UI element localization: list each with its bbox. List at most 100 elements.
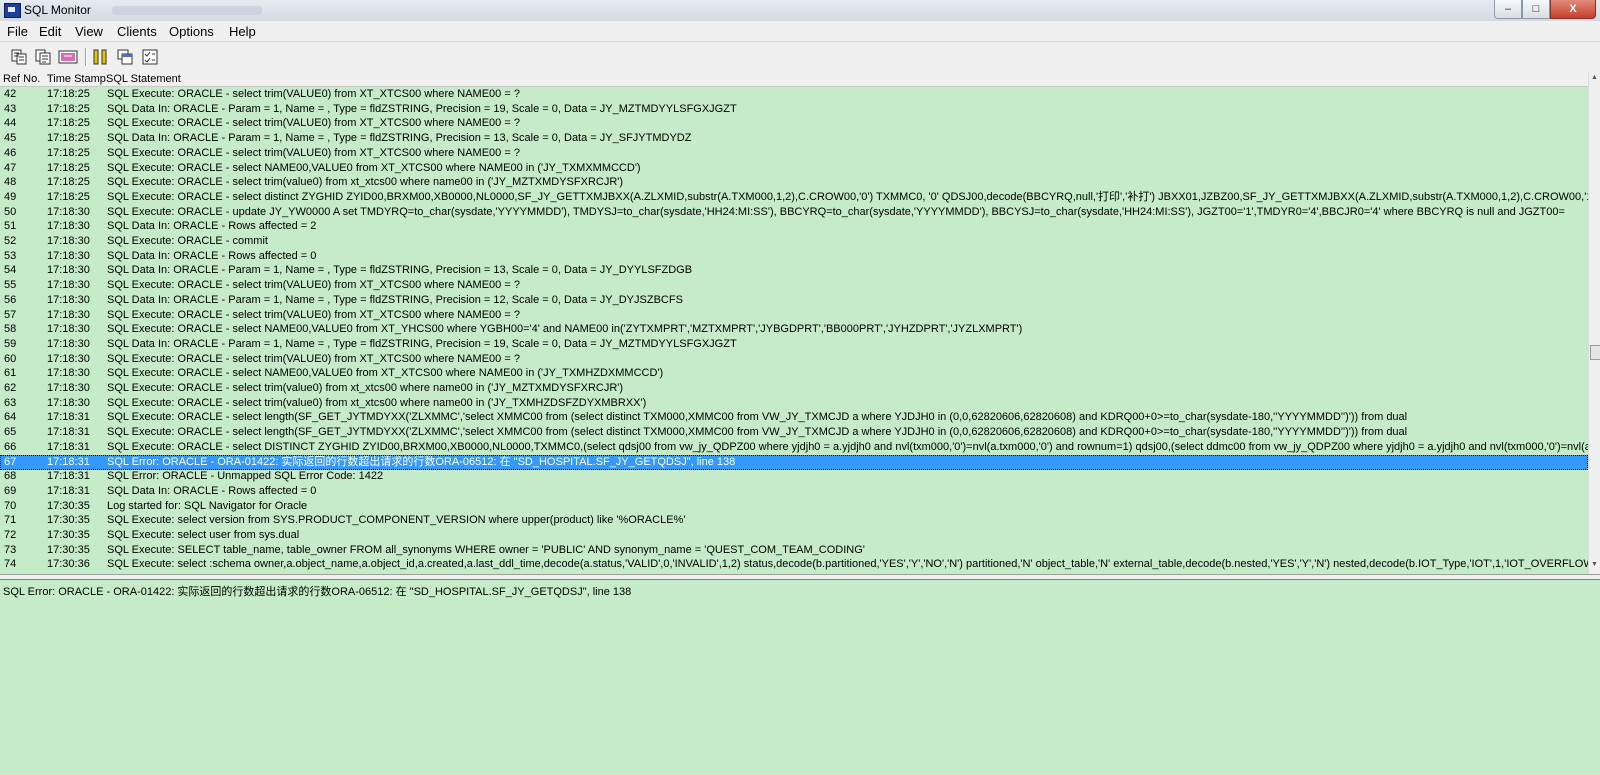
menu-help[interactable]: Help [229,24,256,39]
log-row[interactable]: 57 17:18:30 SQL Execute: ORACLE - select t… [0,308,1588,323]
log-row[interactable]: 70 17:30:35 Log started for: SQL Navigator… [0,499,1588,514]
row-ref-no: 50 [4,205,17,218]
row-sql-statement: SQL Execute: select version from SYS.PRO… [107,514,686,527]
log-row[interactable]: 62 17:18:30 SQL Execute: ORACLE - select t… [0,381,1588,396]
column-time-stamp[interactable]: Time Stamp [47,73,106,85]
menu-clients[interactable]: Clients [117,24,157,39]
row-sql-statement: SQL Execute: ORACLE - select length(SF_G… [107,411,1408,424]
log-row[interactable]: 47 17:18:25 SQL Execute: ORACLE - select N… [0,161,1588,176]
row-time-stamp: 17:18:30 [47,352,90,365]
menu-options[interactable]: Options [169,24,214,39]
close-button[interactable]: X [1550,0,1596,19]
scroll-down-icon[interactable]: ▼ [1591,561,1598,568]
menu-file[interactable]: File [7,24,28,39]
log-row[interactable]: 59 17:18:30 SQL Data In: ORACLE - Param = … [0,337,1588,352]
log-row[interactable]: 56 17:18:30 SQL Data In: ORACLE - Param = … [0,293,1588,308]
log-row[interactable]: 73 17:30:35 SQL Execute: SELECT table_name… [0,543,1588,558]
log-row[interactable]: 51 17:18:30 SQL Data In: ORACLE - Rows aff… [0,219,1588,234]
log-row[interactable]: 64 17:18:31 SQL Execute: ORACLE - select l… [0,410,1588,425]
vertical-scrollbar[interactable]: ▲ ▼ [1588,72,1600,574]
column-sql-statement[interactable]: SQL Statement [106,73,181,85]
row-time-stamp: 17:18:25 [47,117,90,130]
sql-log-list[interactable]: 42 17:18:25 SQL Execute: ORACLE - select t… [0,87,1588,574]
row-time-stamp: 17:18:30 [47,235,90,247]
log-row[interactable]: 67 17:18:31 SQL Error: ORACLE - ORA-01422:… [0,454,1588,470]
row-ref-no: 69 [4,484,17,497]
window-icon [117,49,133,65]
row-sql-statement: SQL Error: ORACLE - Unmapped SQL Error C… [107,470,384,483]
row-time-stamp: 17:18:30 [47,293,90,306]
row-time-stamp: 17:18:30 [47,308,90,321]
row-ref-no: 62 [4,382,17,394]
row-sql-statement: SQL Execute: ORACLE - select length(SF_G… [107,426,1408,439]
log-row[interactable]: 63 17:18:30 SQL Execute: ORACLE - select t… [0,396,1588,411]
row-ref-no: 61 [4,367,17,380]
log-row[interactable]: 71 17:30:35 SQL Execute: select version fr… [0,513,1588,528]
row-sql-statement: SQL Data In: ORACLE - Rows affected = 0 [107,484,317,497]
row-time-stamp: 17:18:31 [47,455,90,468]
row-time-stamp: 17:30:36 [47,558,90,571]
log-row[interactable]: 69 17:18:31 SQL Data In: ORACLE - Rows aff… [0,484,1588,499]
row-time-stamp: 17:30:35 [47,499,90,512]
row-ref-no: 66 [4,440,17,453]
row-sql-statement: SQL Execute: ORACLE - select DISTINCT ZY… [107,440,1588,453]
print-button[interactable] [57,46,79,68]
row-sql-statement: SQL Data In: ORACLE - Rows affected = 2 [107,220,317,233]
log-row[interactable]: 50 17:18:30 SQL Execute: ORACLE - update J… [0,205,1588,220]
log-row[interactable]: 46 17:18:25 SQL Execute: ORACLE - select t… [0,146,1588,161]
log-row[interactable]: 55 17:18:30 SQL Execute: ORACLE - select t… [0,278,1588,293]
pause-button[interactable] [89,46,111,68]
column-header: Ref No. Time Stamp SQL Statement [0,72,1588,87]
log-row[interactable]: 52 17:18:30 SQL Execute: ORACLE - commit [0,234,1588,249]
minimize-button[interactable]: – [1494,0,1522,19]
log-row[interactable]: 49 17:18:25 SQL Execute: ORACLE - select d… [0,190,1588,205]
row-sql-statement: SQL Data In: ORACLE - Param = 1, Name = … [107,264,693,277]
row-sql-statement: SQL Execute: ORACLE - select NAME00,VALU… [107,367,664,380]
menu-bar: File Edit View Clients Options Help [0,21,1600,41]
row-ref-no: 42 [4,88,17,100]
log-row[interactable]: 72 17:30:35 SQL Execute: select user from … [0,528,1588,543]
scroll-thumb[interactable] [1590,345,1600,360]
row-time-stamp: 17:18:30 [47,396,90,409]
copy-button[interactable] [32,46,54,68]
log-row[interactable]: 74 17:30:36 SQL Execute: select :schema ow… [0,557,1588,572]
row-ref-no: 60 [4,352,17,365]
export-button[interactable] [8,46,30,68]
log-row[interactable]: 60 17:18:30 SQL Execute: ORACLE - select t… [0,352,1588,367]
column-ref-no[interactable]: Ref No. [3,73,40,85]
log-row[interactable]: 48 17:18:25 SQL Execute: ORACLE - select t… [0,175,1588,190]
window-controls: – □ X [1494,0,1596,19]
row-sql-statement: SQL Data In: ORACLE - Param = 1, Name = … [107,293,683,306]
row-ref-no: 44 [4,117,17,130]
log-row[interactable]: 65 17:18:31 SQL Execute: ORACLE - select l… [0,425,1588,440]
log-row[interactable]: 53 17:18:30 SQL Data In: ORACLE - Rows aff… [0,249,1588,264]
row-ref-no: 72 [4,529,17,541]
row-sql-statement: SQL Execute: ORACLE - select NAME00,VALU… [107,323,1023,336]
log-row[interactable]: 66 17:18:31 SQL Execute: ORACLE - select D… [0,440,1588,455]
log-row[interactable]: 54 17:18:30 SQL Data In: ORACLE - Param = … [0,263,1588,278]
statement-detail-pane[interactable]: SQL Error: ORACLE - ORA-01422: 实际返回的行数超出… [0,579,1600,775]
row-ref-no: 53 [4,249,17,262]
log-row[interactable]: 58 17:18:30 SQL Execute: ORACLE - select N… [0,322,1588,337]
menu-view[interactable]: View [75,24,103,39]
pause-icon [93,49,107,65]
log-row[interactable]: 44 17:18:25 SQL Execute: ORACLE - select t… [0,116,1588,131]
log-row[interactable]: 61 17:18:30 SQL Execute: ORACLE - select N… [0,366,1588,381]
scroll-up-icon[interactable]: ▲ [1591,74,1598,81]
log-row[interactable]: 68 17:18:31 SQL Error: ORACLE - Unmapped S… [0,469,1588,484]
print-icon [58,50,78,64]
checklist-button[interactable] [139,46,161,68]
log-row[interactable]: 43 17:18:25 SQL Data In: ORACLE - Param = … [0,102,1588,117]
row-time-stamp: 17:18:30 [47,279,90,292]
sql-monitor-app-icon[interactable] [4,3,21,18]
log-row[interactable]: 45 17:18:25 SQL Data In: ORACLE - Param = … [0,131,1588,146]
row-sql-statement: SQL Execute: ORACLE - select trim(VALUE0… [107,308,520,321]
row-ref-no: 67 [4,455,17,468]
window-button[interactable] [114,46,136,68]
row-sql-statement: SQL Execute: ORACLE - select distinct ZY… [107,190,1588,203]
row-sql-statement: SQL Execute: select :schema owner,a.obje… [107,558,1588,571]
checklist-icon [142,49,158,65]
maximize-button[interactable]: □ [1522,0,1550,19]
menu-edit[interactable]: Edit [39,24,61,39]
log-row[interactable]: 42 17:18:25 SQL Execute: ORACLE - select t… [0,87,1588,102]
